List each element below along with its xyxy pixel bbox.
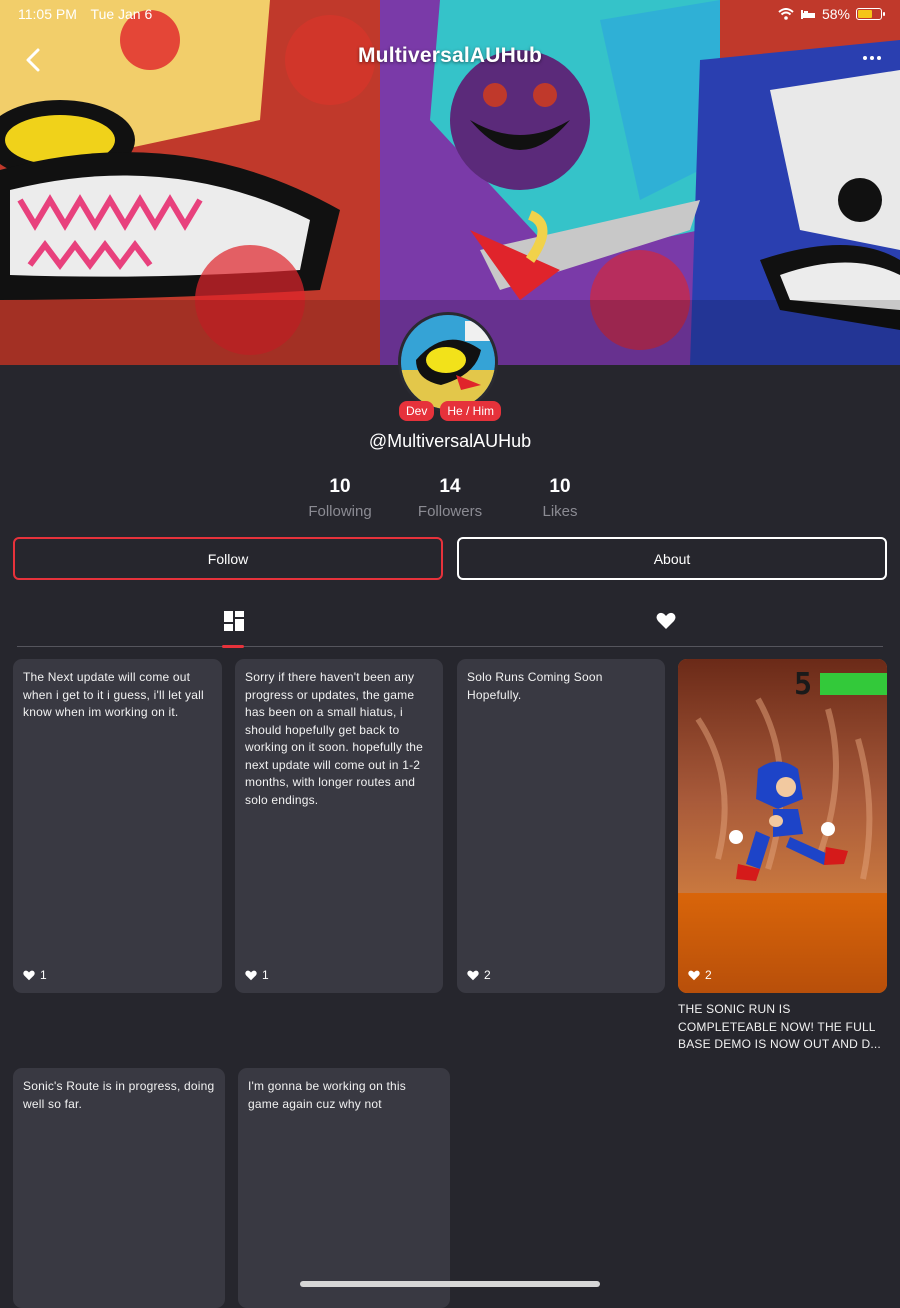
battery-icon — [856, 8, 885, 20]
battery-fill — [858, 10, 872, 18]
stat-likes: 10 Likes — [505, 476, 615, 520]
stat-value: 14 — [439, 476, 461, 497]
post-likes: 1 — [245, 968, 269, 982]
post-card[interactable]: I'm gonna be working on this game again … — [238, 1068, 450, 1308]
heart-icon — [467, 970, 479, 980]
heart-icon — [656, 612, 676, 629]
wifi-icon — [778, 8, 794, 20]
profile-banner: 11:05 PM Tue Jan 6 58% MultiversalAUHub — [0, 0, 900, 365]
post-card[interactable]: Sonic's Route is in progress, doing well… — [13, 1068, 225, 1308]
stat-value: 10 — [549, 476, 571, 497]
like-count: 1 — [262, 968, 269, 982]
content-tabs — [17, 600, 883, 648]
post-card[interactable]: The Next update will come out when i get… — [13, 659, 222, 993]
tab-posts[interactable] — [214, 606, 254, 636]
more-dot-icon — [877, 56, 881, 60]
stat-label: Followers — [417, 503, 483, 520]
stat-label: Likes — [542, 503, 578, 520]
post-card-image[interactable]: 5 2 — [678, 659, 887, 993]
follow-button[interactable]: Follow — [13, 537, 443, 580]
heart-icon — [245, 970, 257, 980]
post-card[interactable]: Sorry if there haven't been any progress… — [235, 659, 443, 993]
page-title: MultiversalAUHub — [357, 44, 543, 67]
post-card[interactable]: Solo Runs Coming Soon Hopefully. 2 — [457, 659, 665, 993]
post-likes: 1 — [23, 968, 47, 982]
bed-icon — [800, 10, 815, 19]
status-time: 11:05 PM — [18, 6, 77, 22]
post-likes: 2 — [467, 968, 491, 982]
post-likes: 2 — [688, 968, 712, 982]
stat-label: Following — [308, 503, 372, 520]
more-dot-icon — [863, 56, 867, 60]
status-left: 11:05 PM Tue Jan 6 — [18, 6, 162, 22]
pronouns-badge: He / Him — [440, 401, 501, 421]
about-button[interactable]: About — [457, 537, 887, 580]
profile-badges: Dev He / Him — [0, 401, 900, 421]
status-date: Tue Jan 6 — [90, 6, 153, 22]
profile-stats: 10 Following 14 Followers 10 Likes — [0, 476, 900, 520]
top-bar: MultiversalAUHub — [0, 38, 900, 78]
stat-followers[interactable]: 14 Followers — [395, 476, 505, 520]
post-text: Sonic's Route is in progress, doing well… — [23, 1079, 215, 1111]
active-tab-indicator — [222, 645, 244, 648]
post-text: Sorry if there haven't been any progress… — [245, 670, 424, 807]
post-text: The Next update will come out when i get… — [23, 670, 204, 719]
status-bar: 11:05 PM Tue Jan 6 58% — [18, 6, 885, 22]
heart-icon — [688, 970, 700, 980]
image-counter: 5 — [794, 667, 813, 702]
like-count: 2 — [484, 968, 491, 982]
stat-value: 10 — [329, 476, 351, 497]
avatar-image — [401, 315, 495, 409]
post-text: I'm gonna be working on this game again … — [248, 1079, 406, 1111]
status-right: 58% — [778, 6, 885, 22]
grid-icon — [224, 611, 244, 631]
tab-liked[interactable] — [646, 606, 686, 636]
battery-percent: 58% — [821, 6, 850, 22]
role-badge: Dev — [398, 401, 435, 421]
post-text: Solo Runs Coming Soon Hopefully. — [467, 670, 603, 702]
avatar[interactable] — [398, 312, 498, 412]
more-dot-icon — [870, 56, 874, 60]
stat-following[interactable]: 10 Following — [285, 476, 395, 520]
profile-handle: @MultiversalAUHub — [368, 431, 532, 451]
post-image — [678, 659, 887, 993]
heart-icon — [23, 970, 35, 980]
like-count: 2 — [705, 968, 712, 982]
like-count: 1 — [40, 968, 47, 982]
home-indicator[interactable] — [300, 1281, 600, 1287]
more-options-button[interactable] — [858, 46, 886, 70]
post-caption: THE SONIC RUN IS COMPLETEABLE NOW! THE F… — [678, 1002, 881, 1051]
